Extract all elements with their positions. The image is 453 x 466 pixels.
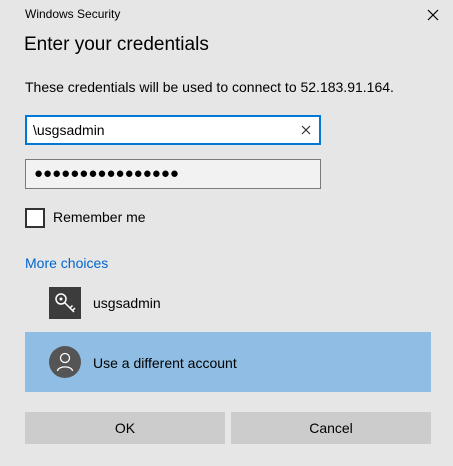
key-icon (49, 287, 81, 319)
password-field[interactable]: ●●●●●●●●●●●●●●●● (25, 159, 321, 189)
clear-icon (301, 125, 311, 135)
title-bar: Windows Security (0, 0, 453, 28)
cancel-button[interactable]: Cancel (231, 412, 431, 444)
account-label: Use a different account (93, 355, 237, 371)
account-label: usgsadmin (93, 295, 161, 311)
account-item-usgsadmin[interactable]: usgsadmin (25, 272, 431, 332)
user-icon (49, 346, 81, 378)
clear-username-button[interactable] (297, 121, 315, 139)
close-button[interactable] (420, 2, 446, 28)
ok-button[interactable]: OK (25, 412, 225, 444)
window-title: Windows Security (25, 7, 121, 21)
remember-me-row[interactable]: Remember me (25, 207, 225, 229)
remember-me-label[interactable]: Remember me (53, 209, 146, 225)
password-masked-value: ●●●●●●●●●●●●●●●● (34, 165, 179, 182)
username-input[interactable] (33, 121, 293, 139)
username-field[interactable] (25, 115, 321, 145)
close-icon (427, 9, 439, 21)
credentials-dialog: Windows Security Enter your credentials … (0, 0, 453, 466)
remember-me-checkbox[interactable] (25, 208, 45, 228)
account-item-different-account[interactable]: Use a different account (25, 332, 431, 392)
connection-info-text: These credentials will be used to connec… (25, 79, 394, 95)
dialog-heading: Enter your credentials (24, 34, 209, 55)
more-choices-link[interactable]: More choices (25, 255, 108, 271)
